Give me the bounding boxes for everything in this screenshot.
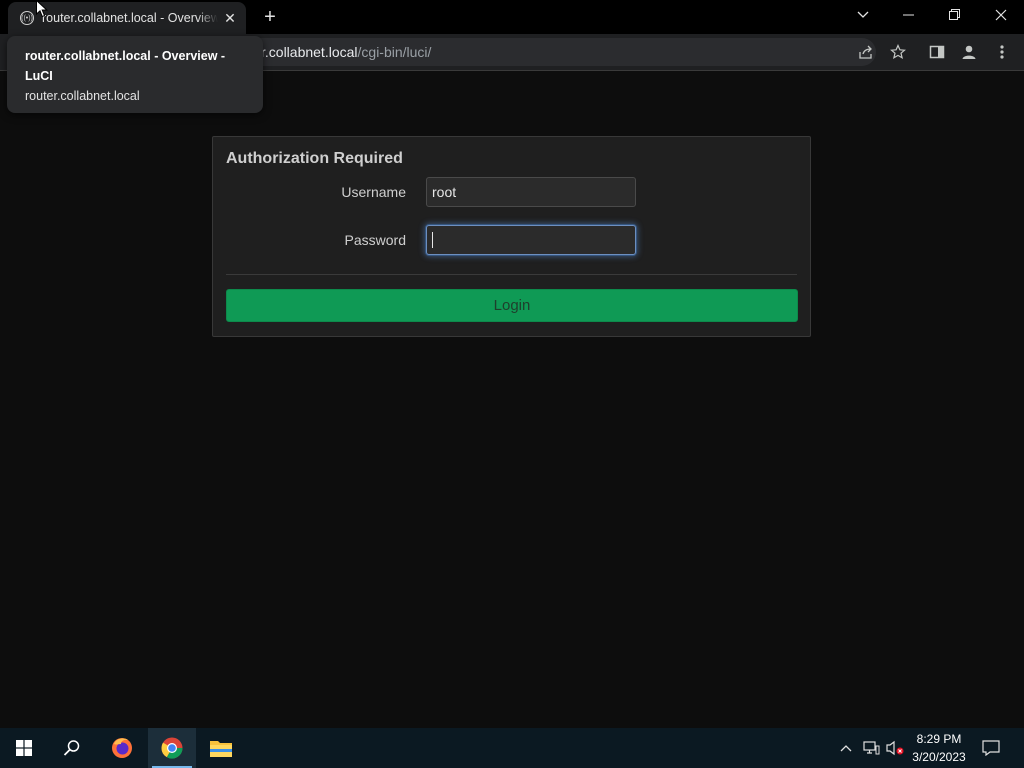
openwrt-icon: ((•)) — [20, 11, 34, 25]
taskbar-chrome[interactable] — [148, 728, 196, 768]
tooltip-title: router.collabnet.local - Overview - LuCI — [25, 49, 226, 83]
notification-icon[interactable] — [981, 738, 1001, 758]
side-panel-icon[interactable] — [927, 42, 947, 62]
chevron-down-icon — [857, 11, 869, 18]
taskbar-clock[interactable]: 8:29 PM 3/20/2023 — [906, 730, 972, 766]
taskbar-firefox[interactable] — [98, 728, 146, 768]
clock-time: 8:29 PM — [916, 732, 962, 746]
taskbar-search-button[interactable] — [48, 728, 96, 768]
tab-search-button[interactable] — [840, 0, 886, 30]
windows-taskbar: 8:29 PM 3/20/2023 — [0, 728, 1024, 768]
menu-kebab-icon[interactable] — [992, 42, 1012, 62]
volume-muted-icon[interactable] — [885, 738, 905, 758]
clock-date: 3/20/2023 — [912, 750, 966, 764]
network-icon[interactable] — [861, 738, 881, 758]
file-explorer-icon — [210, 741, 232, 757]
username-field[interactable] — [426, 177, 636, 207]
restore-icon — [949, 9, 960, 20]
minimize-button[interactable] — [886, 0, 932, 30]
chrome-icon — [161, 737, 183, 759]
close-window-button[interactable] — [978, 0, 1024, 30]
tab-hover-tooltip: router.collabnet.local - Overview - LuCI… — [7, 36, 263, 113]
taskbar-file-explorer[interactable] — [197, 728, 245, 768]
bookmark-star-icon[interactable] — [888, 42, 908, 62]
login-button[interactable]: Login — [226, 289, 798, 322]
divider — [226, 274, 797, 275]
password-label: Password — [344, 232, 406, 248]
share-icon[interactable] — [856, 42, 876, 62]
text-caret — [432, 232, 433, 248]
new-tab-button[interactable]: + — [258, 6, 282, 28]
browser-titlebar: ((•)) router.collabnet.local - Overview … — [0, 0, 1024, 34]
firefox-icon — [112, 738, 132, 758]
tooltip-host: router.collabnet.local — [25, 89, 140, 103]
tab-title: router.collabnet.local - Overview — [42, 11, 218, 25]
login-card: Authorization Required Username Password… — [212, 136, 811, 337]
mouse-cursor-icon — [36, 0, 48, 18]
windows-start-icon — [16, 740, 32, 756]
close-tab-icon[interactable]: ✕ — [222, 10, 238, 26]
username-label: Username — [341, 184, 406, 200]
minimize-icon — [903, 14, 914, 16]
start-button[interactable] — [0, 728, 48, 768]
close-icon — [995, 9, 1007, 21]
show-hidden-icons-chevron-up-icon[interactable] — [836, 738, 856, 758]
password-field[interactable] — [426, 225, 636, 255]
address-url: r.collabnet.local/cgi-bin/luci/ — [261, 44, 432, 60]
profile-icon[interactable] — [959, 42, 979, 62]
restore-button[interactable] — [932, 0, 978, 30]
page-title: Authorization Required — [226, 150, 403, 167]
search-icon — [63, 740, 80, 756]
